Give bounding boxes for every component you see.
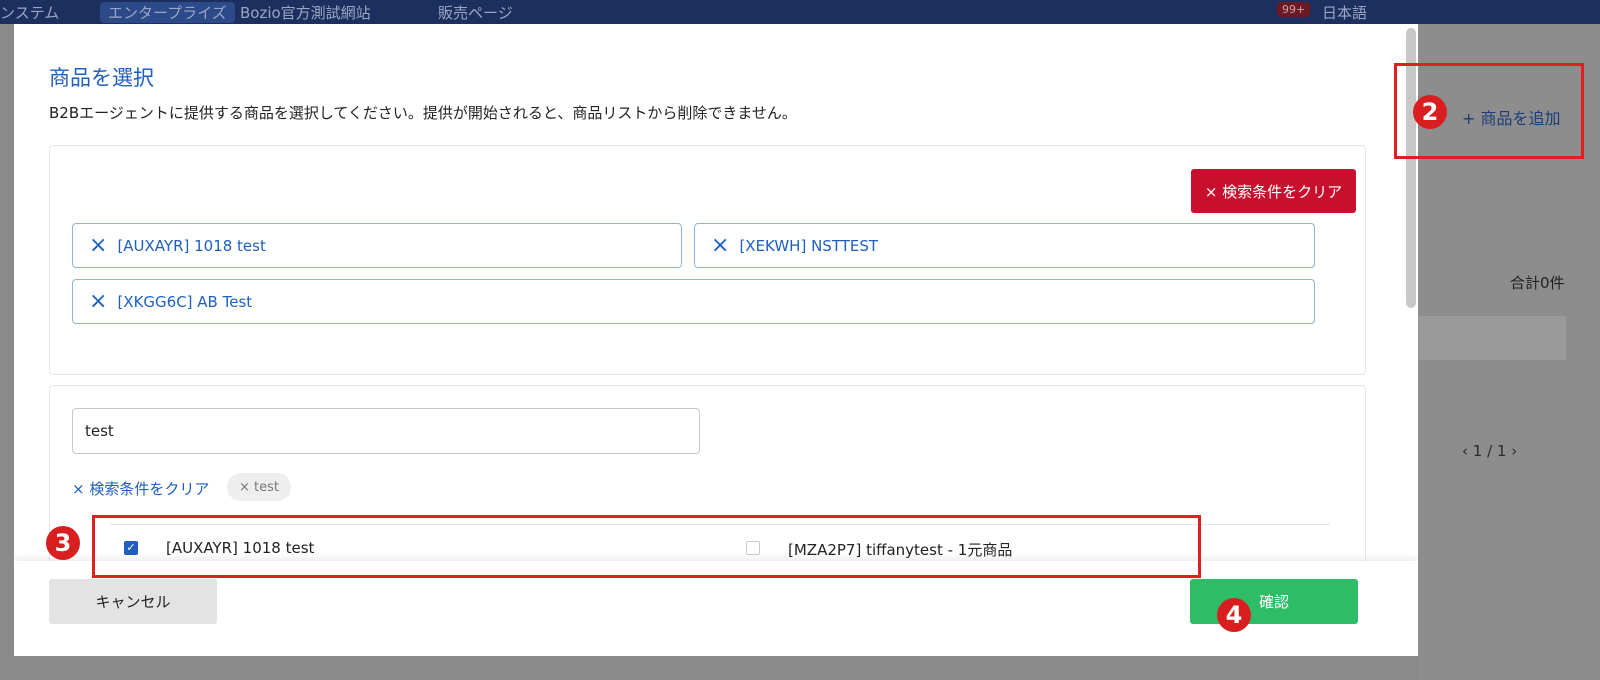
- close-icon[interactable]: ×: [89, 290, 107, 313]
- selected-chip[interactable]: × [XEKWH] NSTTEST: [694, 223, 1315, 268]
- selected-products-panel: × 検索条件をクリア × [AUXAYR] 1018 test × [XEKWH…: [49, 145, 1366, 375]
- shop-selector[interactable]: Bozio官方測試網站: [240, 2, 371, 23]
- top-navigation-bar: ンステム エンタープライズ Bozio官方測試網站 販売ページ 99+ 日本語: [0, 0, 1600, 24]
- selected-chip[interactable]: × [AUXAYR] 1018 test: [72, 223, 682, 268]
- clear-filters-link[interactable]: × 検索条件をクリア: [72, 478, 209, 499]
- clear-filters-button[interactable]: × 検索条件をクリア: [1191, 169, 1356, 213]
- chip-label: [AUXAYR] 1018 test: [117, 236, 266, 255]
- annotation-number-2: 2: [1413, 95, 1447, 129]
- cancel-button[interactable]: キャンセル: [49, 579, 217, 624]
- active-filter-tag[interactable]: × test: [227, 473, 291, 501]
- chip-label: [XEKWH] NSTTEST: [739, 236, 879, 255]
- confirm-button[interactable]: 確認: [1190, 579, 1358, 624]
- plan-badge: エンタープライズ: [100, 2, 235, 23]
- notification-badge: 99+: [1277, 2, 1311, 17]
- annotation-box-3: [92, 515, 1201, 578]
- sales-page-link[interactable]: 販売ページ: [438, 2, 513, 23]
- modal-title: 商品を選択: [49, 66, 154, 90]
- search-input[interactable]: [72, 408, 700, 454]
- modal-description: B2Bエージェントに提供する商品を選択してください。提供が開始されると、商品リス…: [49, 104, 797, 122]
- background-sidebar: [0, 24, 14, 680]
- close-icon[interactable]: ×: [711, 234, 729, 257]
- chip-label: [XKGG6C] AB Test: [117, 292, 253, 311]
- app-title-fragment: ンステム: [0, 4, 60, 22]
- selected-chip[interactable]: × [XKGG6C] AB Test: [72, 279, 1315, 324]
- annotation-number-3: 3: [46, 526, 80, 560]
- background-table-header: [1418, 316, 1566, 360]
- language-selector[interactable]: 日本語: [1322, 2, 1367, 23]
- annotation-number-4: 4: [1217, 598, 1251, 632]
- close-icon[interactable]: ×: [89, 234, 107, 257]
- total-count: 合計0件: [1510, 274, 1565, 292]
- pagination[interactable]: ‹ 1 / 1 ›: [1462, 442, 1517, 460]
